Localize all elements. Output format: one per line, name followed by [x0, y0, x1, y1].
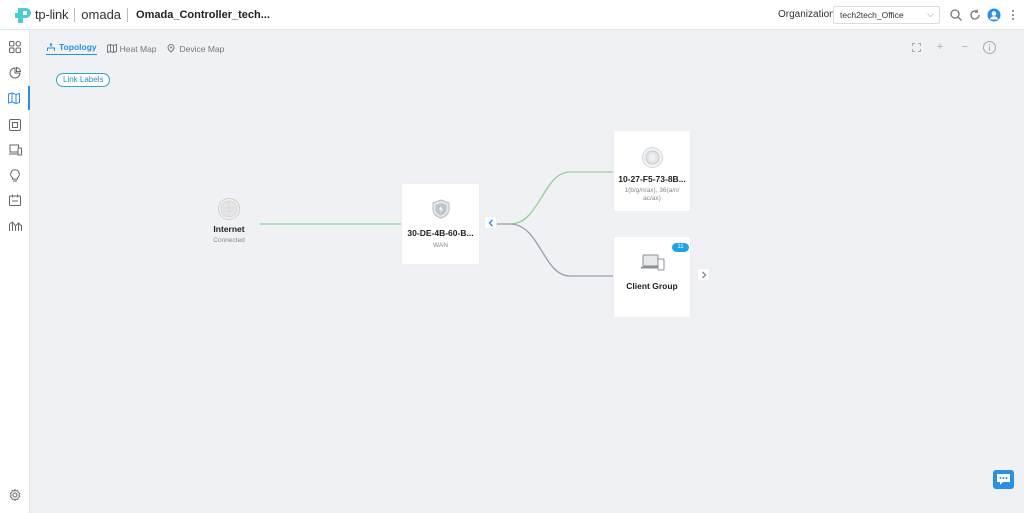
gateway-node-title: 30-DE-4B-60-B... [407, 228, 474, 238]
link-gateway-clients [509, 223, 613, 277]
chat-icon [997, 474, 1010, 485]
access-point-icon [642, 147, 663, 168]
topology-canvas [260, 171, 613, 277]
client-group-title: Client Group [626, 281, 678, 291]
internet-node-title: Internet [213, 224, 245, 234]
gateway-icon [432, 199, 450, 219]
expand-button[interactable] [697, 268, 710, 281]
chevron-left-icon [488, 219, 493, 226]
chevron-right-icon [701, 271, 706, 278]
laptop-phone-icon [641, 254, 665, 271]
internet-node-status: Connected [213, 237, 245, 244]
access-point-channels-1: 1(b/g/n/ax), 36(a/n/ [624, 187, 680, 194]
chat-button[interactable] [993, 470, 1014, 489]
collapse-button[interactable] [484, 216, 497, 229]
access-point-node[interactable]: 10-27-F5-73-8B... 1(b/g/n/ax), 36(a/n/ a… [613, 130, 691, 212]
globe-icon[interactable] [218, 198, 240, 220]
access-point-channels-2: ac/ax) [643, 195, 661, 202]
link-gateway-ap [509, 171, 613, 225]
gateway-node-sub: WAN [433, 242, 448, 249]
access-point-title: 10-27-F5-73-8B... [618, 174, 686, 184]
gateway-node[interactable]: 30-DE-4B-60-B... WAN [401, 183, 480, 265]
client-count-badge: 11 [672, 243, 689, 252]
